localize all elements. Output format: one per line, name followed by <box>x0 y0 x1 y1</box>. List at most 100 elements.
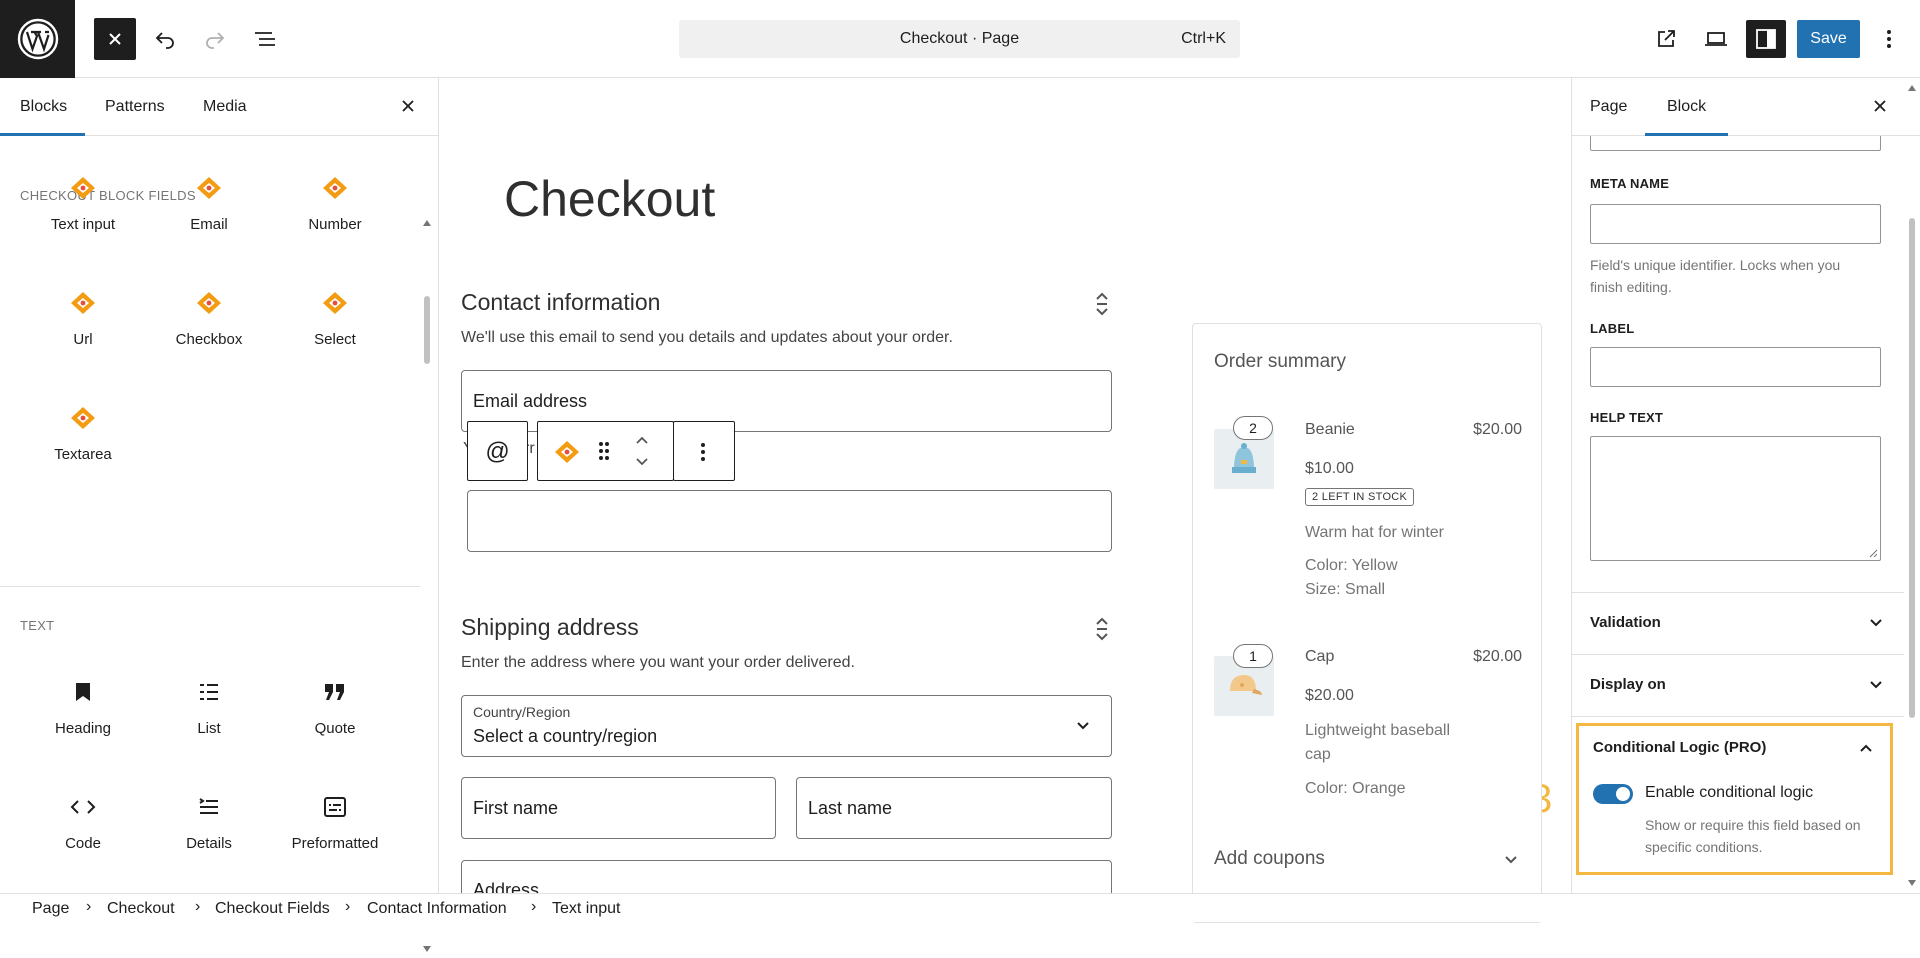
tab-page[interactable]: Page <box>1590 98 1627 116</box>
command-palette-bar[interactable]: Checkout · Page Ctrl+K <box>679 20 1240 58</box>
chevron-updown-icon <box>636 436 648 466</box>
details-icon <box>199 798 218 814</box>
country-select[interactable]: Country/Region Select a country/region <box>461 695 1112 757</box>
settings-tabs: Page Block <box>1572 78 1920 136</box>
help-text-textarea[interactable] <box>1590 436 1881 561</box>
view-page-button[interactable] <box>1646 19 1686 59</box>
move-up-down-buttons[interactable] <box>634 434 650 473</box>
contact-description: We'll use this email to send you details… <box>461 329 953 346</box>
move-arrows[interactable] <box>1092 289 1112 319</box>
settings-sidebar-toggle[interactable] <box>1746 20 1786 58</box>
wordpress-logo[interactable] <box>0 0 75 78</box>
active-tab-indicator <box>0 133 85 136</box>
tab-patterns[interactable]: Patterns <box>105 98 165 116</box>
document-title: Checkout · Page <box>899 30 1020 47</box>
redo-button[interactable] <box>195 19 235 59</box>
text-input-field[interactable] <box>467 490 1112 552</box>
label-input[interactable] <box>1590 347 1881 387</box>
breadcrumb-item[interactable]: Text input <box>552 900 620 918</box>
block-label: Quote <box>314 720 356 737</box>
close-settings-button[interactable] <box>1870 96 1890 116</box>
block-checkbox[interactable]: Checkbox <box>146 283 272 383</box>
editor-header: Checkout · Page Ctrl+K Save <box>0 0 1920 78</box>
breadcrumb-item[interactable]: Page <box>32 900 69 918</box>
unit-price: $10.00 <box>1305 460 1354 477</box>
add-coupons[interactable]: Add coupons <box>1214 848 1325 870</box>
meta-name-help: finish editing. <box>1590 279 1672 295</box>
scrollbar-track-icon <box>423 220 431 952</box>
breadcrumb-item[interactable]: Checkout <box>107 900 175 918</box>
block-textarea[interactable]: Textarea <box>20 398 146 498</box>
item-name: Cap <box>1305 648 1335 665</box>
chevron-down-icon[interactable] <box>1503 854 1519 866</box>
document-overview-button[interactable] <box>245 19 285 59</box>
display-on-panel[interactable]: Display on <box>1572 654 1904 716</box>
first-name-field[interactable]: First name <box>461 777 776 839</box>
conditional-logic-title[interactable]: Conditional Logic (PRO) <box>1593 739 1766 756</box>
tab-blocks[interactable]: Blocks <box>20 98 67 116</box>
block-label: List <box>197 720 221 737</box>
previous-field-input[interactable] <box>1590 136 1881 151</box>
drag-handle[interactable] <box>598 441 610 466</box>
quantity-badge: 1 <box>1233 644 1273 668</box>
external-link-icon <box>1658 30 1675 47</box>
panel-title: Validation <box>1590 614 1661 631</box>
enable-conditional-logic-toggle[interactable] <box>1593 784 1633 804</box>
undo-icon <box>155 32 174 49</box>
block-heading[interactable]: Heading <box>20 672 146 772</box>
validation-panel[interactable]: Validation <box>1572 592 1904 654</box>
close-icon <box>1874 100 1886 112</box>
settings-scrollbar[interactable] <box>1906 83 1918 888</box>
block-code[interactable]: Code <box>20 787 146 887</box>
section-divider <box>0 586 420 587</box>
shipping-heading[interactable]: Shipping address <box>461 614 639 641</box>
address-placeholder: Address <box>473 880 540 893</box>
meta-name-label: META NAME <box>1590 176 1670 191</box>
block-select[interactable]: Select <box>272 283 398 383</box>
checkout-field-icon <box>71 407 95 429</box>
breadcrumb-item[interactable]: Contact Information <box>367 900 507 918</box>
close-inserter-button[interactable] <box>94 18 136 60</box>
checkout-field-button[interactable] <box>552 439 582 470</box>
block-details[interactable]: Details <box>146 787 272 887</box>
item-description: Warm hat for winter <box>1305 524 1444 541</box>
block-options-button[interactable] <box>673 421 735 481</box>
options-menu-button[interactable] <box>1874 19 1904 59</box>
block-label: Select <box>314 331 356 348</box>
order-summary-block[interactable]: Order summary 2 Beanie $20.00 $10.00 2 L… <box>1192 323 1542 923</box>
item-total: $20.00 <box>1473 421 1522 438</box>
last-name-field[interactable]: Last name <box>796 777 1112 839</box>
contact-heading[interactable]: Contact information <box>461 289 660 316</box>
block-preformatted[interactable]: Preformatted <box>272 787 398 887</box>
meta-name-input[interactable] <box>1590 204 1881 244</box>
address-field[interactable]: Address <box>461 860 1112 893</box>
chevron-up-icon[interactable] <box>1856 738 1876 758</box>
checkout-field-icon <box>71 292 95 314</box>
at-symbol: @ <box>485 438 510 465</box>
breadcrumb-item[interactable]: Checkout Fields <box>215 900 330 918</box>
code-icon <box>70 800 96 814</box>
preformatted-icon <box>324 797 346 817</box>
undo-button[interactable] <box>145 19 185 59</box>
block-list[interactable]: List <box>146 672 272 772</box>
block-label: Email <box>190 216 228 233</box>
quantity-badge: 2 <box>1233 416 1273 440</box>
block-number[interactable]: Number <box>272 168 398 268</box>
block-quote[interactable]: Quote <box>272 672 398 772</box>
inserter-scrollbar[interactable] <box>423 218 431 953</box>
block-text-input[interactable]: Text input <box>20 168 146 268</box>
move-arrows[interactable] <box>1092 614 1112 644</box>
toggle-label: Enable conditional logic <box>1645 784 1814 801</box>
block-email[interactable]: Email <box>146 168 272 268</box>
block-url[interactable]: Url <box>20 283 146 383</box>
tab-block[interactable]: Block <box>1667 98 1706 116</box>
block-type-button[interactable]: @ <box>467 421 528 481</box>
more-vertical-icon <box>1887 30 1891 48</box>
close-panel-button[interactable] <box>398 96 418 116</box>
save-button[interactable]: Save <box>1797 20 1860 58</box>
preview-device-button[interactable] <box>1696 19 1736 59</box>
tab-media[interactable]: Media <box>203 98 247 116</box>
resize-handle-icon[interactable] <box>1868 548 1878 558</box>
page-title[interactable]: Checkout <box>504 170 715 228</box>
cap-icon <box>1230 675 1262 695</box>
